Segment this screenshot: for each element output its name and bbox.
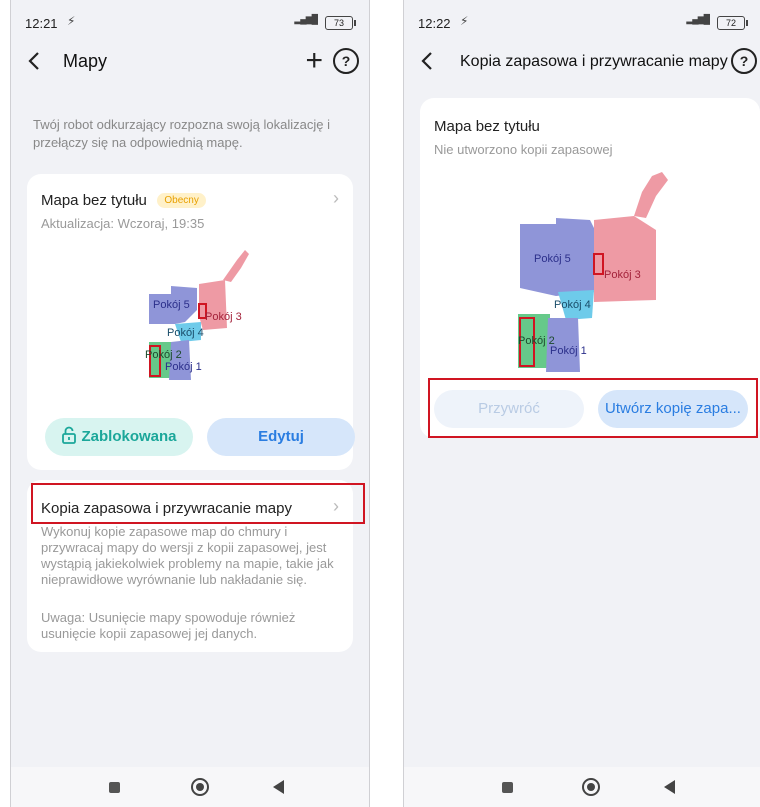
signal-icon: ▂▄▆█	[294, 14, 318, 24]
map-preview: Pokój 5 Pokój 3 Pokój 4 Pokój 2 Pokój 1	[518, 172, 668, 372]
back-nav-button[interactable]	[664, 780, 675, 794]
room-label-3: Pokój 3	[205, 311, 242, 323]
chevron-left-icon	[421, 52, 432, 70]
phone-screen-backup: 12:22 ⚡ ▂▄▆█ 72 Kopia zapasowa i przywra…	[403, 0, 760, 807]
room-label-5: Pokój 5	[534, 253, 571, 265]
back-nav-button[interactable]	[273, 780, 284, 794]
backup-status: Nie utworzono kopii zapasowej	[434, 142, 613, 157]
data-saver-icon: ⚡	[67, 14, 76, 28]
battery-icon: 72	[717, 16, 748, 30]
room-label-2: Pokój 2	[145, 349, 182, 361]
highlight-backup-row	[31, 483, 365, 524]
room-label-1: Pokój 1	[165, 361, 202, 373]
system-nav-bar	[11, 767, 369, 807]
backup-description: Wykonuj kopie zapasowe map do chmury i p…	[41, 524, 334, 587]
map-preview: Pokój 5 Pokój 3 Pokój 4 Pokój 2 Pokój 1	[145, 250, 249, 380]
app-header: Mapy + ?	[11, 44, 369, 80]
highlight-backup-buttons	[428, 378, 758, 438]
back-button[interactable]	[21, 44, 51, 78]
page-description: Twój robot odkurzający rozpozna swoją lo…	[33, 117, 330, 150]
room-3-tail-shape	[634, 172, 668, 218]
recent-apps-button[interactable]	[502, 782, 513, 793]
status-time: 12:22	[418, 16, 451, 31]
recent-apps-button[interactable]	[109, 782, 120, 793]
home-button[interactable]	[191, 778, 209, 796]
signal-icon: ▂▄▆█	[686, 14, 710, 24]
room-label-1: Pokój 1	[550, 345, 587, 357]
help-button[interactable]: ?	[731, 48, 757, 74]
map-updated-text: Aktualizacja: Wczoraj, 19:35	[41, 216, 205, 231]
map-title: Mapa bez tytułu	[41, 192, 147, 209]
page-title: Kopia zapasowa i przywracanie mapy	[460, 53, 728, 70]
add-map-button[interactable]: +	[305, 46, 323, 76]
status-bar: 12:22 ⚡ ▂▄▆█ 72	[404, 0, 760, 40]
page-title: Mapy	[63, 51, 108, 71]
map-title: Mapa bez tytułu	[434, 118, 540, 135]
current-badge: Obecny	[157, 193, 206, 208]
edit-button[interactable]: Edytuj	[207, 418, 355, 456]
room-label-5: Pokój 5	[153, 299, 190, 311]
battery-icon: 73	[325, 16, 356, 30]
chevron-left-icon	[28, 52, 39, 70]
status-bar: 12:21 ⚡ ▂▄▆█ 73	[11, 0, 369, 40]
status-time: 12:21	[25, 16, 58, 31]
lock-icon	[61, 421, 77, 459]
room-label-4: Pokój 4	[554, 299, 591, 311]
system-nav-bar	[404, 767, 760, 807]
back-button[interactable]	[414, 44, 444, 78]
app-header: Kopia zapasowa i przywracanie mapy ?	[404, 44, 760, 80]
backup-note: Uwaga: Usunięcie mapy spowoduje również …	[41, 610, 296, 641]
room-3-tail-shape	[223, 250, 249, 282]
locked-button[interactable]: Zablokowana	[45, 418, 193, 456]
chevron-right-icon: ›	[333, 188, 339, 208]
locked-label: Zablokowana	[81, 428, 177, 445]
home-button[interactable]	[582, 778, 600, 796]
room-label-3: Pokój 3	[604, 269, 641, 281]
edit-label: Edytuj	[258, 428, 304, 445]
phone-screen-maps: 12:21 ⚡ ▂▄▆█ 73 Mapy + ? Twój robot odku…	[10, 0, 370, 807]
help-button[interactable]: ?	[333, 48, 359, 74]
data-saver-icon: ⚡	[460, 14, 469, 28]
room-label-4: Pokój 4	[167, 327, 204, 339]
map-card[interactable]: Mapa bez tytułu Obecny Aktualizacja: Wcz…	[27, 174, 355, 470]
